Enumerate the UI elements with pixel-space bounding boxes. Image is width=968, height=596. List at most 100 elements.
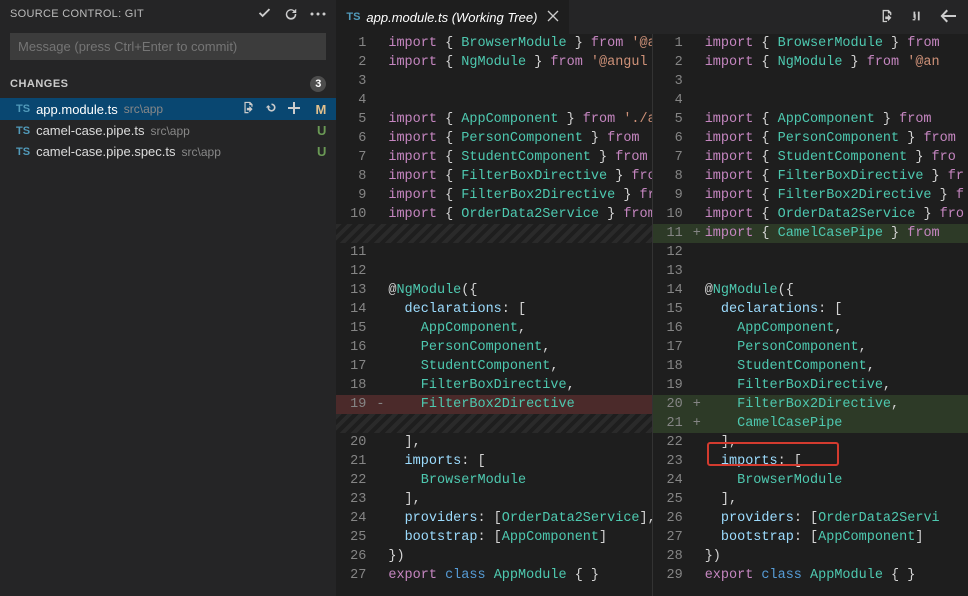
- close-tab-icon[interactable]: [547, 10, 559, 25]
- code-line[interactable]: 9import { FilterBox2Directive } f: [653, 186, 968, 205]
- code-line[interactable]: 5import { AppComponent } from './a: [336, 110, 651, 129]
- commit-check-icon[interactable]: [257, 6, 272, 21]
- code-line[interactable]: 26 providers: [OrderData2Servi: [653, 509, 968, 528]
- code-line[interactable]: 17 StudentComponent,: [336, 357, 651, 376]
- code-line[interactable]: 8import { FilterBoxDirective } fr: [653, 167, 968, 186]
- diff-marker: [693, 281, 705, 300]
- code-line[interactable]: 13: [653, 262, 968, 281]
- code-line[interactable]: 3: [336, 72, 651, 91]
- code-line[interactable]: 1import { BrowserModule } from: [653, 34, 968, 53]
- code-line[interactable]: 1import { BrowserModule } from '@a: [336, 34, 651, 53]
- code-line[interactable]: 4: [336, 91, 651, 110]
- code-line[interactable]: 12: [336, 262, 651, 281]
- code-line[interactable]: 13@NgModule({: [336, 281, 651, 300]
- diff-marker: [376, 205, 388, 224]
- code-line[interactable]: 17 PersonComponent,: [653, 338, 968, 357]
- code-line[interactable]: 19- FilterBox2Directive: [336, 395, 651, 414]
- code-line[interactable]: 16 AppComponent,: [653, 319, 968, 338]
- changed-file-row[interactable]: TS app.module.ts src\app M: [0, 98, 336, 120]
- line-number: 16: [653, 319, 693, 338]
- code-line[interactable]: 6import { PersonComponent } from: [336, 129, 651, 148]
- line-number: 24: [653, 471, 693, 490]
- more-icon[interactable]: [310, 12, 326, 16]
- code-line[interactable]: 15 AppComponent,: [336, 319, 651, 338]
- editor-tab[interactable]: TS app.module.ts (Working Tree): [336, 0, 569, 34]
- code-line[interactable]: 6import { PersonComponent } from: [653, 129, 968, 148]
- code-line[interactable]: 10import { OrderData2Service } fro: [653, 205, 968, 224]
- changed-file-row[interactable]: TS camel-case.pipe.spec.ts src\app U: [0, 141, 336, 162]
- code-line[interactable]: 2import { NgModule } from '@an: [653, 53, 968, 72]
- line-number: 1: [653, 34, 693, 53]
- code-line[interactable]: 11+import { CamelCasePipe } from: [653, 224, 968, 243]
- line-number: 11: [336, 243, 376, 262]
- diff-original-pane[interactable]: 1import { BrowserModule } from '@a2impor…: [336, 34, 652, 596]
- code-line[interactable]: 24 providers: [OrderData2Service],: [336, 509, 651, 528]
- code-line[interactable]: 25 bootstrap: [AppComponent]: [336, 528, 651, 547]
- code-line[interactable]: 27 bootstrap: [AppComponent]: [653, 528, 968, 547]
- line-number: 17: [336, 357, 376, 376]
- code-line[interactable]: 28}): [653, 547, 968, 566]
- diff-editor[interactable]: 1import { BrowserModule } from '@a2impor…: [336, 34, 968, 596]
- code-line[interactable]: 22 BrowserModule: [336, 471, 651, 490]
- diff-marker: [693, 205, 705, 224]
- refresh-icon[interactable]: [284, 7, 298, 21]
- code-line[interactable]: 23 ],: [336, 490, 651, 509]
- tab-title: app.module.ts (Working Tree): [366, 10, 537, 25]
- code-line[interactable]: 4: [653, 91, 968, 110]
- code-content: [388, 414, 651, 433]
- diff-marker: [376, 129, 388, 148]
- stage-changes-icon[interactable]: [288, 102, 300, 117]
- code-content: [388, 224, 651, 243]
- code-line[interactable]: 14@NgModule({: [653, 281, 968, 300]
- code-line[interactable]: 18 StudentComponent,: [653, 357, 968, 376]
- code-line[interactable]: 8import { FilterBoxDirective } fro: [336, 167, 651, 186]
- code-line[interactable]: 7import { StudentComponent } fro: [653, 148, 968, 167]
- diff-modified-pane[interactable]: 1import { BrowserModule } from2import { …: [653, 34, 968, 596]
- code-line[interactable]: 20+ FilterBox2Directive,: [653, 395, 968, 414]
- code-line[interactable]: 19 FilterBoxDirective,: [653, 376, 968, 395]
- code-line[interactable]: 10import { OrderData2Service } from: [336, 205, 651, 224]
- code-line[interactable]: 21+ CamelCasePipe: [653, 414, 968, 433]
- code-line[interactable]: 12: [653, 243, 968, 262]
- code-line[interactable]: 7import { StudentComponent } from: [336, 148, 651, 167]
- changed-file-row[interactable]: TS camel-case.pipe.ts src\app U: [0, 120, 336, 141]
- code-content: [705, 243, 968, 262]
- code-line[interactable]: 9import { FilterBox2Directive } fr: [336, 186, 651, 205]
- code-line[interactable]: 26}): [336, 547, 651, 566]
- code-line[interactable]: [336, 414, 651, 433]
- code-line[interactable]: 20 ],: [336, 433, 651, 452]
- code-line[interactable]: 3: [653, 72, 968, 91]
- code-content: import { PersonComponent } from: [388, 129, 651, 148]
- discard-changes-icon[interactable]: [265, 101, 278, 117]
- code-line[interactable]: 16 PersonComponent,: [336, 338, 651, 357]
- diff-marker: [693, 433, 705, 452]
- code-line[interactable]: 21 imports: [: [336, 452, 651, 471]
- changes-section-header[interactable]: CHANGES 3: [0, 72, 336, 96]
- code-line[interactable]: [336, 224, 651, 243]
- code-line[interactable]: 11: [336, 243, 651, 262]
- code-line[interactable]: 14 declarations: [: [336, 300, 651, 319]
- diff-marker: [376, 471, 388, 490]
- code-content: FilterBoxDirective,: [388, 376, 651, 395]
- code-line[interactable]: 5import { AppComponent } from: [653, 110, 968, 129]
- code-line[interactable]: 18 FilterBoxDirective,: [336, 376, 651, 395]
- diff-marker: +: [693, 395, 705, 414]
- code-line[interactable]: 2import { NgModule } from '@angul: [336, 53, 651, 72]
- code-line[interactable]: 25 ],: [653, 490, 968, 509]
- code-content: bootstrap: [AppComponent]: [705, 528, 968, 547]
- code-line[interactable]: 29export class AppModule { }: [653, 566, 968, 585]
- code-line[interactable]: 24 BrowserModule: [653, 471, 968, 490]
- code-line[interactable]: 27export class AppModule { }: [336, 566, 651, 585]
- open-file-icon[interactable]: [880, 9, 894, 26]
- code-content: import { NgModule } from '@angul: [388, 53, 651, 72]
- diff-marker: [693, 319, 705, 338]
- code-content: BrowserModule: [705, 471, 968, 490]
- code-content: ],: [705, 490, 968, 509]
- open-file-icon[interactable]: [242, 101, 255, 117]
- whitespace-toggle-icon[interactable]: [910, 9, 924, 26]
- back-arrow-icon[interactable]: [940, 9, 956, 26]
- diff-marker: [376, 53, 388, 72]
- code-line[interactable]: 15 declarations: [: [653, 300, 968, 319]
- commit-message-input[interactable]: [10, 33, 326, 60]
- code-content: import { PersonComponent } from: [705, 129, 968, 148]
